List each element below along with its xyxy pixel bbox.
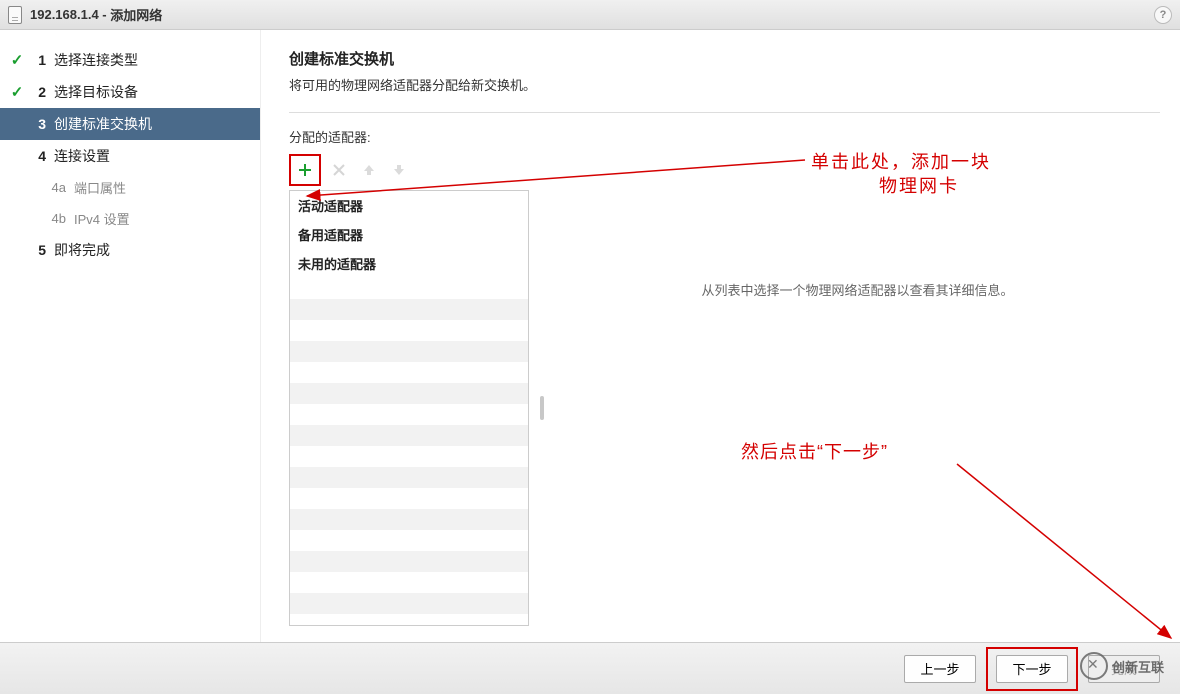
adapter-label: 分配的适配器:: [289, 127, 1160, 146]
list-row: [290, 467, 528, 488]
adapter-rows: [290, 278, 528, 614]
list-row: [290, 551, 528, 572]
list-row: [290, 530, 528, 551]
help-icon[interactable]: ?: [1154, 6, 1172, 24]
check-icon: ✓: [6, 83, 28, 101]
list-row: [290, 572, 528, 593]
move-up-button: [357, 158, 381, 182]
step-label: 选择目标设备: [54, 82, 138, 102]
step-label: 连接设置: [54, 146, 110, 166]
arrow-up-icon: [362, 163, 376, 177]
step-connection-type[interactable]: ✓ 1 选择连接类型: [0, 44, 260, 76]
back-button[interactable]: 上一步: [904, 655, 976, 683]
move-down-button: [387, 158, 411, 182]
step-connection-settings: 4 连接设置: [0, 140, 260, 172]
group-unused: 未用的适配器: [290, 249, 528, 278]
group-active: 活动适配器: [290, 191, 528, 220]
list-row: [290, 593, 528, 614]
step-target-device[interactable]: ✓ 2 选择目标设备: [0, 76, 260, 108]
list-row: [290, 320, 528, 341]
annotation-box-next: 下一步: [986, 647, 1078, 691]
divider: [289, 112, 1160, 113]
step-label: 创建标准交换机: [54, 114, 152, 134]
adapter-detail-panel: 从列表中选择一个物理网络适配器以查看其详细信息。: [555, 190, 1160, 626]
wizard-footer: 上一步 下一步 完成: [0, 642, 1180, 694]
step-label: IPv4 设置: [74, 209, 130, 228]
adapter-toolbar: [289, 154, 1160, 186]
step-port-properties: 4a 端口属性: [0, 172, 260, 203]
list-row: [290, 278, 528, 299]
list-row: [290, 425, 528, 446]
title-host: 192.168.1.4: [30, 7, 99, 22]
main-area: ✓ 1 选择连接类型 ✓ 2 选择目标设备 3 创建标准交换机 4 连接设置 4…: [0, 30, 1180, 642]
x-icon: [332, 163, 346, 177]
add-adapter-button[interactable]: [293, 158, 317, 182]
annotation-box-add: [289, 154, 321, 186]
plus-icon: [297, 162, 313, 178]
list-row: [290, 446, 528, 467]
check-icon: ✓: [6, 51, 28, 69]
adapter-area: 活动适配器 备用适配器 未用的适配器: [289, 190, 1160, 626]
remove-adapter-button: [327, 158, 351, 182]
list-row: [290, 404, 528, 425]
step-finish: 5 即将完成: [0, 234, 260, 266]
next-button[interactable]: 下一步: [996, 655, 1068, 683]
page-heading: 创建标准交换机: [289, 48, 1160, 69]
watermark: 创新互联: [1080, 648, 1180, 684]
detail-empty-message: 从列表中选择一个物理网络适配器以查看其详细信息。: [701, 280, 1013, 299]
list-row: [290, 488, 528, 509]
list-row: [290, 299, 528, 320]
title-action: 添加网络: [110, 5, 162, 24]
page-subheading: 将可用的物理网络适配器分配给新交换机。: [289, 75, 1160, 94]
title-bar: 192.168.1.4 - 添加网络 ?: [0, 0, 1180, 30]
step-create-switch[interactable]: 3 创建标准交换机: [0, 108, 260, 140]
adapter-list[interactable]: 活动适配器 备用适配器 未用的适配器: [289, 190, 529, 626]
wizard-content: 创建标准交换机 将可用的物理网络适配器分配给新交换机。 分配的适配器: 活动: [260, 30, 1180, 642]
list-row: [290, 341, 528, 362]
group-standby: 备用适配器: [290, 220, 528, 249]
wizard-sidebar: ✓ 1 选择连接类型 ✓ 2 选择目标设备 3 创建标准交换机 4 连接设置 4…: [0, 30, 260, 642]
splitter[interactable]: [539, 190, 545, 626]
arrow-down-icon: [392, 163, 406, 177]
step-label: 端口属性: [74, 178, 126, 197]
list-row: [290, 362, 528, 383]
watermark-icon: [1080, 652, 1108, 680]
splitter-handle-icon: [540, 396, 544, 420]
step-label: 即将完成: [54, 240, 110, 260]
step-label: 选择连接类型: [54, 50, 138, 70]
step-ipv4-settings: 4b IPv4 设置: [0, 203, 260, 234]
list-row: [290, 509, 528, 530]
host-icon: [8, 6, 22, 24]
watermark-text: 创新互联: [1112, 657, 1164, 676]
list-row: [290, 383, 528, 404]
